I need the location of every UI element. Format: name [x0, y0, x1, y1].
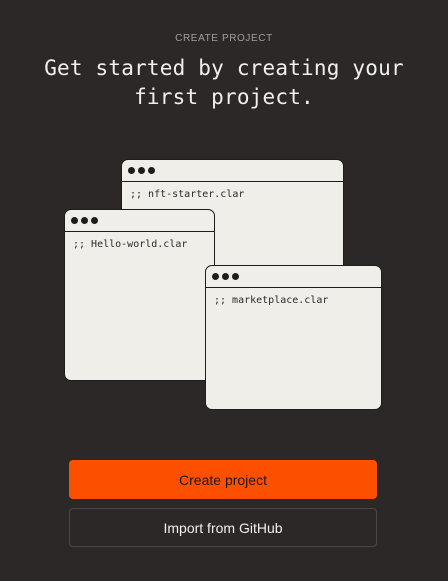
window-dot-icon [128, 167, 135, 174]
import-from-github-button[interactable]: Import from GitHub [69, 508, 377, 547]
window-dot-icon [222, 273, 229, 280]
editor-window-hello-world: ;; Hello-world.clar [64, 209, 215, 381]
create-project-button[interactable]: Create project [69, 460, 377, 499]
headline-line-1: Get started by creating your [44, 56, 404, 80]
window-filename: ;; Hello-world.clar [73, 239, 188, 250]
create-project-panel: CREATE PROJECT Get started by creating y… [0, 0, 448, 581]
window-dot-icon [138, 167, 145, 174]
window-dot-icon [232, 273, 239, 280]
window-dot-icon [71, 217, 78, 224]
import-from-github-label: Import from GitHub [163, 519, 283, 536]
window-titlebar [206, 266, 381, 288]
window-filename: ;; nft-starter.clar [130, 189, 245, 200]
window-titlebar [122, 160, 343, 182]
section-label: CREATE PROJECT [175, 33, 273, 44]
window-titlebar [65, 210, 214, 232]
window-dot-icon [91, 217, 98, 224]
editor-window-marketplace: ;; marketplace.clar [205, 265, 382, 410]
window-dot-icon [212, 273, 219, 280]
window-dot-icon [148, 167, 155, 174]
headline-line-2: first project. [134, 85, 314, 109]
window-dot-icon [81, 217, 88, 224]
window-filename: ;; marketplace.clar [214, 295, 329, 306]
headline: Get started by creating your first proje… [0, 54, 448, 112]
create-project-label: Create project [179, 471, 267, 488]
